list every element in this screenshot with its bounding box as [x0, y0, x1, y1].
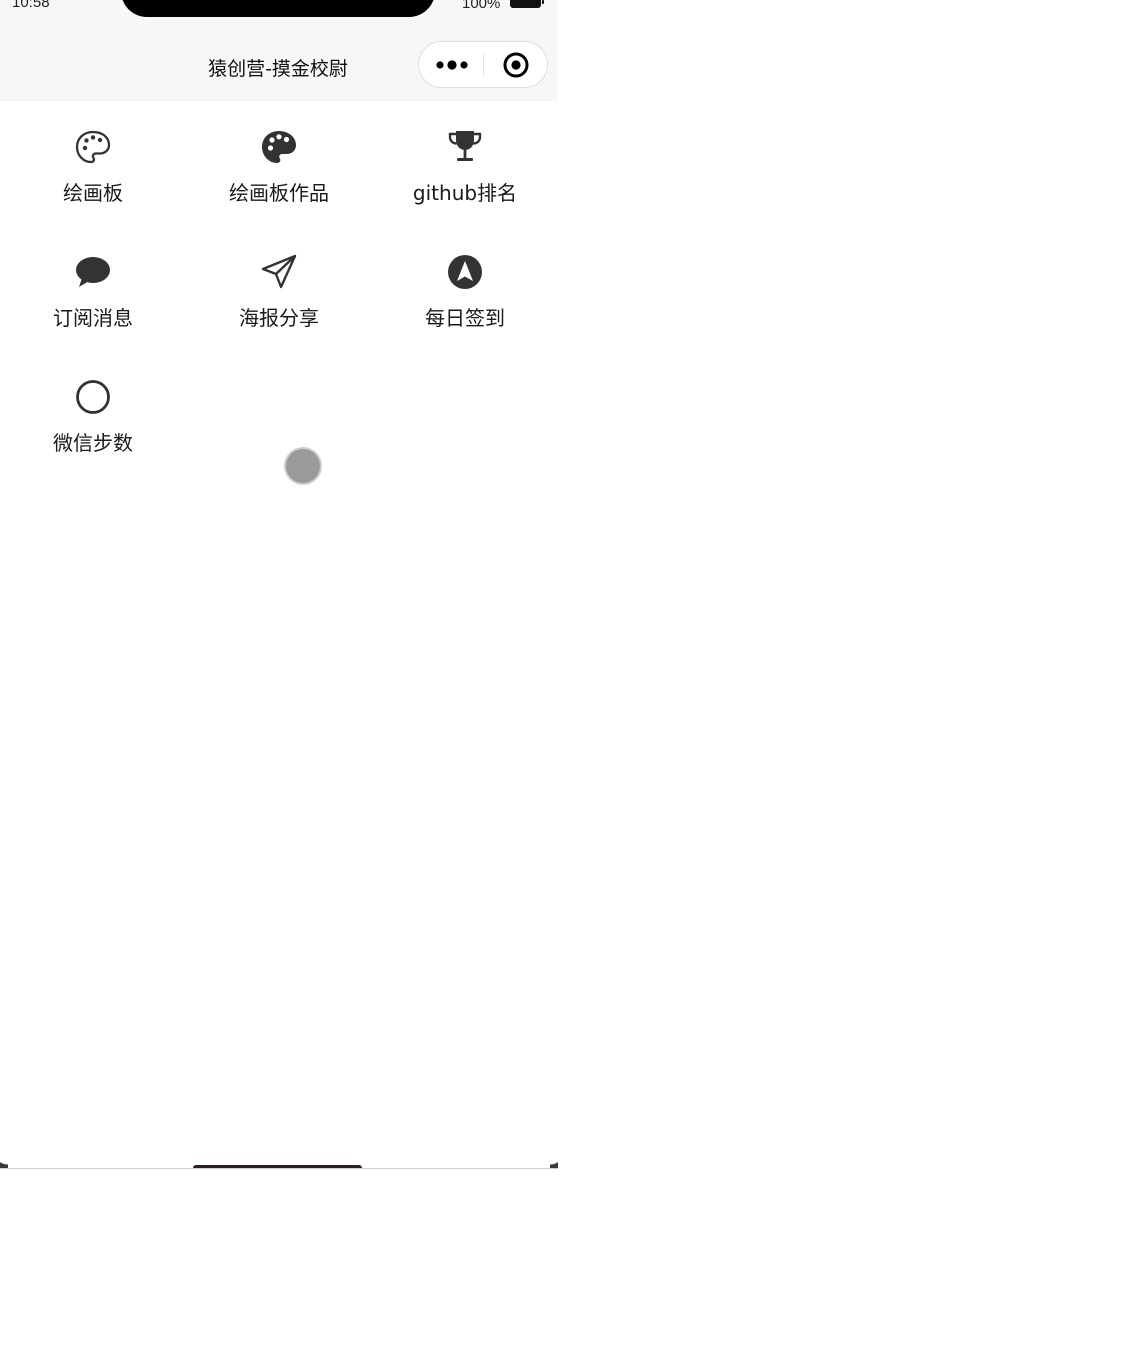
- menu-item-poster-share[interactable]: 海报分享: [186, 226, 372, 336]
- mini-program-capsule: [418, 41, 548, 88]
- more-dots-icon: [436, 60, 468, 70]
- menu-item-label: 绘画板作品: [229, 181, 329, 205]
- menu-item-daily-checkin[interactable]: 每日签到: [372, 226, 558, 336]
- battery-percentage: 100%: [462, 0, 501, 12]
- menu-item-wechat-steps[interactable]: 微信步数: [0, 351, 186, 461]
- paper-plane-icon: [261, 254, 297, 289]
- trophy-icon: [448, 131, 482, 161]
- home-indicator: [193, 1165, 362, 1168]
- palette-filled-icon: [262, 131, 296, 163]
- menu-item-label: 每日签到: [425, 306, 505, 330]
- circle-outline-icon: [76, 380, 110, 414]
- battery-icon: [510, 0, 544, 8]
- screen-corner-right: [550, 1150, 558, 1168]
- menu-item-drawing-board[interactable]: 绘画板: [0, 101, 186, 211]
- menu-item-drawing-works[interactable]: 绘画板作品: [186, 101, 372, 211]
- chat-bubble-icon: [76, 257, 110, 287]
- capsule-divider: [483, 54, 484, 76]
- target-close-icon: [503, 52, 529, 78]
- menu-item-label: 微信步数: [53, 431, 133, 455]
- menu-item-github-rank[interactable]: github排名: [372, 101, 558, 211]
- palette-outline-icon: [75, 130, 111, 164]
- navigation-arrow-icon: [448, 255, 482, 289]
- menu-item-subscribe-message[interactable]: 订阅消息: [0, 226, 186, 336]
- status-time: 10:58: [12, 0, 50, 11]
- menu-item-label: github排名: [412, 181, 518, 205]
- touch-indicator: [286, 449, 320, 483]
- close-mini-program-button[interactable]: [491, 50, 541, 80]
- more-button[interactable]: [427, 50, 477, 80]
- menu-item-label: 绘画板: [63, 181, 123, 205]
- menu-item-label: 海报分享: [239, 306, 319, 330]
- menu-item-label: 订阅消息: [53, 306, 133, 330]
- phone-screen: 10:58 100% 猿创营-摸金校尉 绘画板 绘画板作品 github排名 订…: [0, 0, 558, 1169]
- camera-notch: [121, 0, 435, 17]
- screen-corner-left: [0, 1150, 8, 1168]
- navigation-bar: 10:58 100% 猿创营-摸金校尉: [0, 0, 558, 101]
